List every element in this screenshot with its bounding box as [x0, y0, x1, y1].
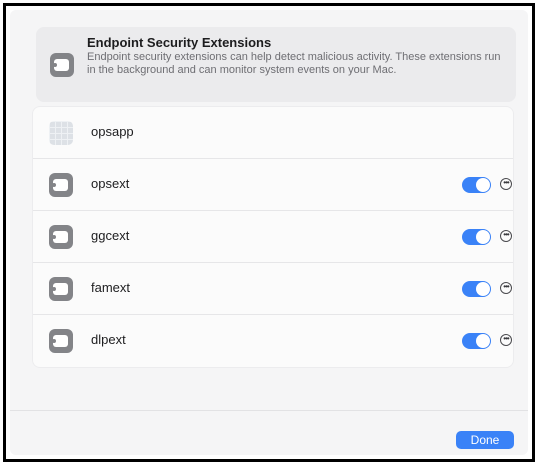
- enable-toggle[interactable]: [462, 281, 491, 297]
- header-description: Endpoint security extensions can help de…: [87, 51, 501, 76]
- extension-name: opsext: [91, 176, 130, 191]
- extension-icon: [50, 53, 74, 77]
- app-icon: [49, 121, 73, 145]
- extensions-list: opsapp opsext ••• ggcext ••• famext •••: [32, 106, 514, 368]
- extension-icon: [49, 329, 73, 353]
- more-options-icon[interactable]: •••: [500, 282, 512, 294]
- toggle-knob: [476, 230, 490, 244]
- toggle-knob: [476, 178, 490, 192]
- list-item: ggcext •••: [33, 211, 513, 263]
- extension-name: dlpext: [91, 332, 126, 347]
- extension-name: famext: [91, 280, 131, 295]
- endpoint-security-dialog: Endpoint Security Extensions Endpoint se…: [10, 10, 528, 455]
- extension-icon: [49, 173, 73, 197]
- list-item: opsapp: [33, 107, 513, 159]
- list-item: opsext •••: [33, 159, 513, 211]
- more-options-icon[interactable]: •••: [500, 230, 512, 242]
- more-options-icon[interactable]: •••: [500, 334, 512, 346]
- more-options-icon[interactable]: •••: [500, 178, 512, 190]
- enable-toggle[interactable]: [462, 229, 491, 245]
- footer-divider: [10, 410, 528, 411]
- done-button[interactable]: Done: [456, 431, 514, 449]
- toggle-knob: [476, 334, 490, 348]
- enable-toggle[interactable]: [462, 177, 491, 193]
- enable-toggle[interactable]: [462, 333, 491, 349]
- list-item: dlpext •••: [33, 315, 513, 367]
- extension-name: ggcext: [91, 228, 130, 243]
- dialog-window: Endpoint Security Extensions Endpoint se…: [3, 3, 535, 462]
- header-title: Endpoint Security Extensions: [87, 35, 272, 50]
- extension-icon: [49, 225, 73, 249]
- header-panel: Endpoint Security Extensions Endpoint se…: [36, 27, 516, 102]
- extension-icon: [49, 277, 73, 301]
- toggle-knob: [476, 282, 490, 296]
- extension-name: opsapp: [91, 124, 134, 139]
- list-item: famext •••: [33, 263, 513, 315]
